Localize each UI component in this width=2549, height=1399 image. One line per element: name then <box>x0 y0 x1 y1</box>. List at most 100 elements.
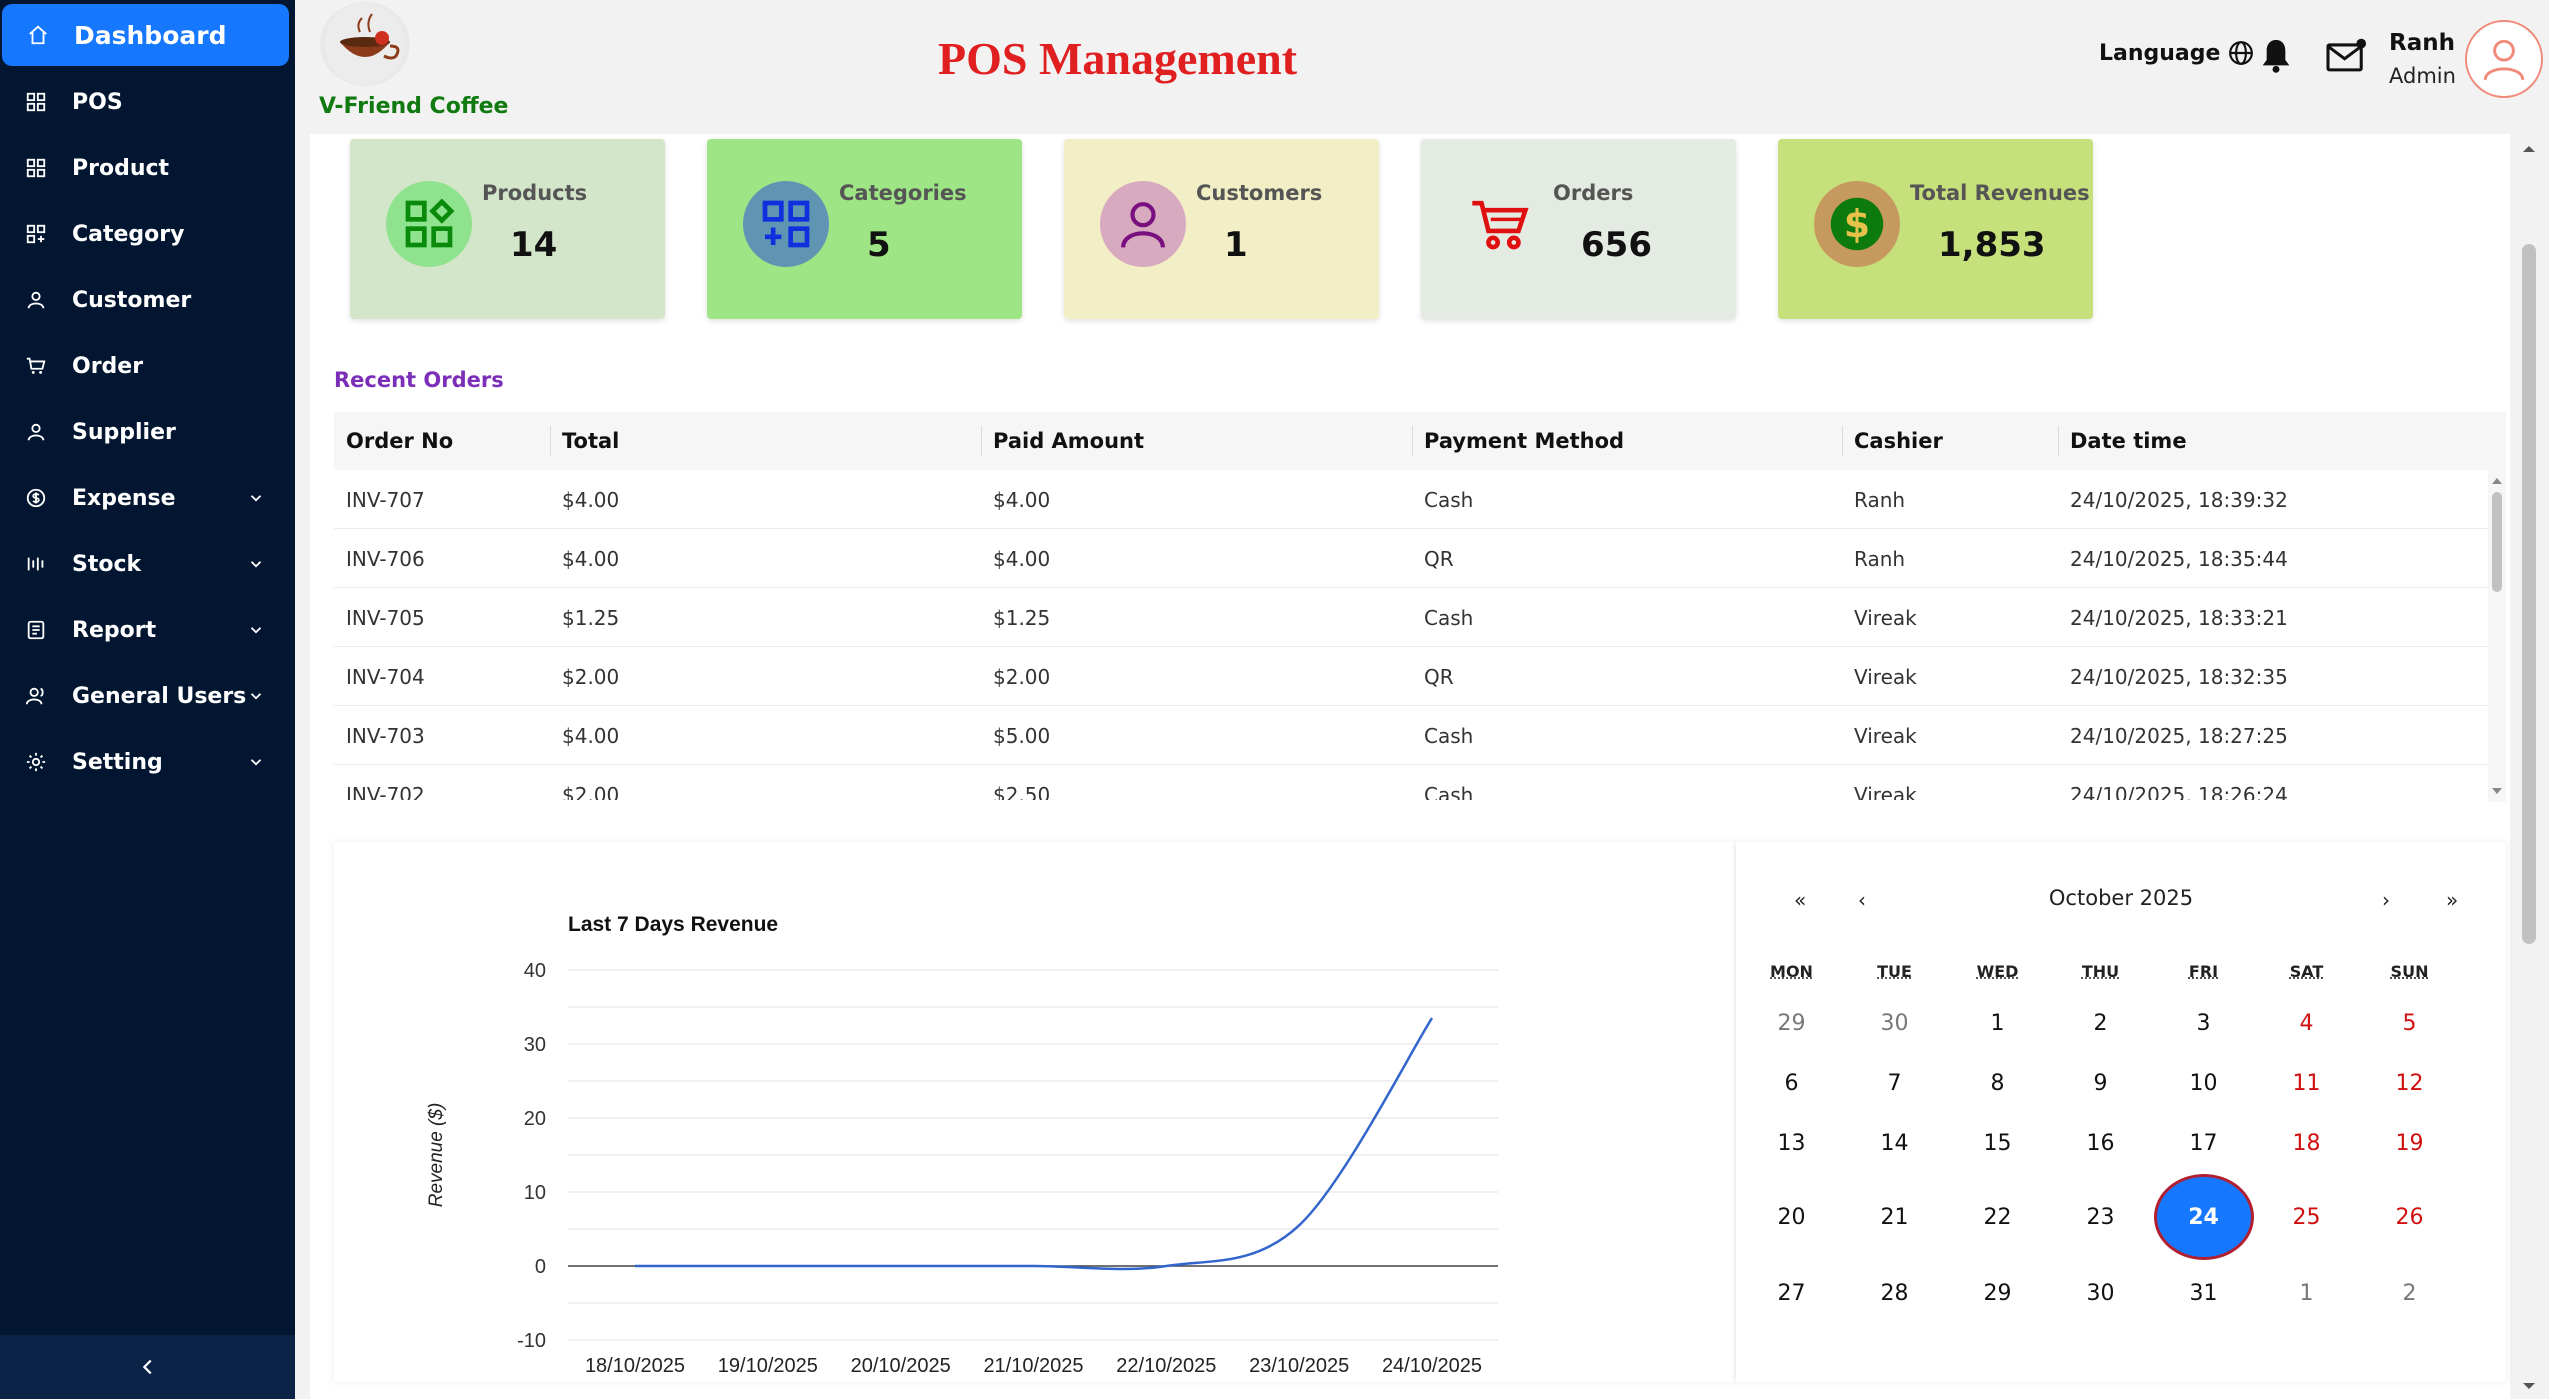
table-row[interactable]: INV-706 $4.00 $4.00 QR Ranh 24/10/2025, 18:35… <box>334 529 2494 588</box>
calendar-day[interactable]: 16 <box>2049 1113 2152 1173</box>
mail-icon <box>2326 38 2367 72</box>
table-cell: 24/10/2025, 18:35:44 <box>2070 546 2288 571</box>
calendar-day[interactable]: 2 <box>2358 1263 2461 1323</box>
calendar-day[interactable]: 2 <box>2049 993 2152 1053</box>
calendar-day[interactable]: 30 <box>2049 1263 2152 1323</box>
sidebar-item-category[interactable]: Category <box>0 203 295 265</box>
stat-value: 1,853 <box>1938 225 2046 265</box>
sidebar-item-product[interactable]: Product <box>0 137 295 199</box>
column-header-cashier[interactable]: Cashier <box>1842 412 1943 470</box>
calendar-day[interactable]: 18 <box>2255 1113 2358 1173</box>
calendar-day-today[interactable]: 24 <box>2152 1174 2255 1260</box>
calendar-day[interactable]: 25 <box>2255 1187 2358 1247</box>
sidebar-item-dashboard[interactable]: Dashboard <box>2 4 289 66</box>
users-icon <box>25 687 44 705</box>
avatar[interactable] <box>2465 20 2543 98</box>
calendar-day[interactable]: 17 <box>2152 1113 2255 1173</box>
calendar-day[interactable]: 5 <box>2358 993 2461 1053</box>
calendar-day[interactable]: 9 <box>2049 1053 2152 1113</box>
calendar-day[interactable]: 13 <box>1740 1113 1843 1173</box>
table-scroll-thumb[interactable] <box>2492 492 2502 592</box>
stat-card-products[interactable]: Products 14 <box>350 139 665 319</box>
sidebar-item-supplier[interactable]: Supplier <box>0 401 295 463</box>
calendar-day-label: 4 <box>2299 1010 2314 1036</box>
column-header-paid-amount[interactable]: Paid Amount <box>981 412 1144 470</box>
column-header-payment-method[interactable]: Payment Method <box>1412 412 1624 470</box>
calendar-day[interactable]: 22 <box>1946 1187 2049 1247</box>
column-header-order-no[interactable]: Order No <box>334 412 453 470</box>
table-row[interactable]: INV-704 $2.00 $2.00 QR Vireak 24/10/2025, 18:… <box>334 647 2494 706</box>
table-body[interactable]: INV-707 $4.00 $4.00 Cash Ranh 24/10/2025, 18:… <box>334 470 2494 800</box>
column-divider <box>1412 426 1413 456</box>
calendar-day[interactable]: 11 <box>2255 1053 2358 1113</box>
calendar-day[interactable]: 1 <box>1946 993 2049 1053</box>
main-scrollbar[interactable] <box>2514 134 2544 1399</box>
mail-button[interactable] <box>2325 38 2367 79</box>
sidebar-item-setting[interactable]: Setting <box>0 731 295 793</box>
sidebar-collapse-button[interactable] <box>0 1335 295 1399</box>
calendar-day[interactable]: 29 <box>1946 1263 2049 1323</box>
column-header-total[interactable]: Total <box>550 412 619 470</box>
table-scrollbar[interactable] <box>2488 470 2506 802</box>
brand-logo[interactable] <box>320 2 410 86</box>
sidebar-item-customer[interactable]: Customer <box>0 269 295 331</box>
category-icon <box>0 223 72 245</box>
stat-card-orders[interactable]: Orders 656 <box>1421 139 1736 319</box>
sidebar-item-label: Dashboard <box>74 20 227 50</box>
home-icon <box>2 24 74 46</box>
calendar-day[interactable]: 1 <box>2255 1263 2358 1323</box>
calendar-day[interactable]: 3 <box>2152 993 2255 1053</box>
calendar-day[interactable]: 19 <box>2358 1113 2461 1173</box>
stat-card-total-revenues[interactable]: $ Total Revenues 1,853 <box>1778 139 2093 319</box>
calendar-day[interactable]: 12 <box>2358 1053 2461 1113</box>
calendar-day[interactable]: 31 <box>2152 1263 2255 1323</box>
table-row[interactable]: INV-702 $2.00 $2.50 Cash Vireak 24/10/2025, 1… <box>334 765 2494 801</box>
table-row[interactable]: INV-703 $4.00 $5.00 Cash Vireak 24/10/2025, 1… <box>334 706 2494 765</box>
calendar-weekday-fri: FRI <box>2188 962 2219 981</box>
table-cell: INV-706 <box>346 546 425 571</box>
sidebar-item-order[interactable]: Order <box>0 335 295 397</box>
calendar-day[interactable]: 10 <box>2152 1053 2255 1113</box>
stat-card-categories[interactable]: Categories 5 <box>707 139 1022 319</box>
table-cell: Cash <box>1424 487 1474 512</box>
calendar-day[interactable]: 4 <box>2255 993 2358 1053</box>
table-row[interactable]: INV-707 $4.00 $4.00 Cash Ranh 24/10/2025, 18:… <box>334 470 2494 529</box>
calendar-day[interactable]: 29 <box>1740 993 1843 1053</box>
scroll-down-icon[interactable] <box>2514 1377 2544 1397</box>
sidebar-item-label: General Users <box>72 683 247 709</box>
calendar-day[interactable]: 30 <box>1843 993 1946 1053</box>
calendar-day[interactable]: 8 <box>1946 1053 2049 1113</box>
sidebar-item-general-users[interactable]: General Users <box>0 665 295 727</box>
calendar-day[interactable]: 14 <box>1843 1113 1946 1173</box>
sidebar-item-expense[interactable]: Expense <box>0 467 295 529</box>
language-selector[interactable]: Language <box>2099 40 2254 66</box>
main-scroll-thumb[interactable] <box>2522 244 2536 944</box>
sidebar-item-report[interactable]: Report <box>0 599 295 661</box>
scroll-up-icon[interactable] <box>2514 138 2544 158</box>
calendar-day-label: 21 <box>1880 1204 1909 1230</box>
stat-card-customers[interactable]: Customers 1 <box>1064 139 1379 319</box>
calendar-day[interactable]: 20 <box>1740 1187 1843 1247</box>
calendar-next-month-button[interactable]: › <box>2382 888 2390 912</box>
calendar-day[interactable]: 28 <box>1843 1263 1946 1323</box>
calendar-day[interactable]: 27 <box>1740 1263 1843 1323</box>
calendar-month-label[interactable]: October 2025 <box>1736 886 2506 910</box>
calendar-day[interactable]: 23 <box>2049 1187 2152 1247</box>
sidebar-item-stock[interactable]: Stock <box>0 533 295 595</box>
globe-icon <box>2229 41 2254 65</box>
sidebar-item-pos[interactable]: POS <box>0 71 295 133</box>
calendar-day[interactable]: 15 <box>1946 1113 2049 1173</box>
calendar-day[interactable]: 6 <box>1740 1053 1843 1113</box>
grid-icon <box>26 158 46 178</box>
calendar-next-year-button[interactable]: » <box>2446 888 2458 912</box>
scroll-up-icon[interactable] <box>2488 472 2506 488</box>
table-row[interactable]: INV-705 $1.25 $1.25 Cash Vireak 24/10/2025, 1… <box>334 588 2494 647</box>
column-header-date-time[interactable]: Date time <box>2058 412 2187 470</box>
calendar-day[interactable]: 7 <box>1843 1053 1946 1113</box>
calendar-day-label: 20 <box>1777 1204 1806 1230</box>
calendar-day[interactable]: 21 <box>1843 1187 1946 1247</box>
calendar-day[interactable]: 26 <box>2358 1187 2461 1247</box>
notification-button[interactable] <box>2260 38 2292 79</box>
stock-icon <box>0 553 72 575</box>
scroll-down-icon[interactable] <box>2488 784 2506 800</box>
